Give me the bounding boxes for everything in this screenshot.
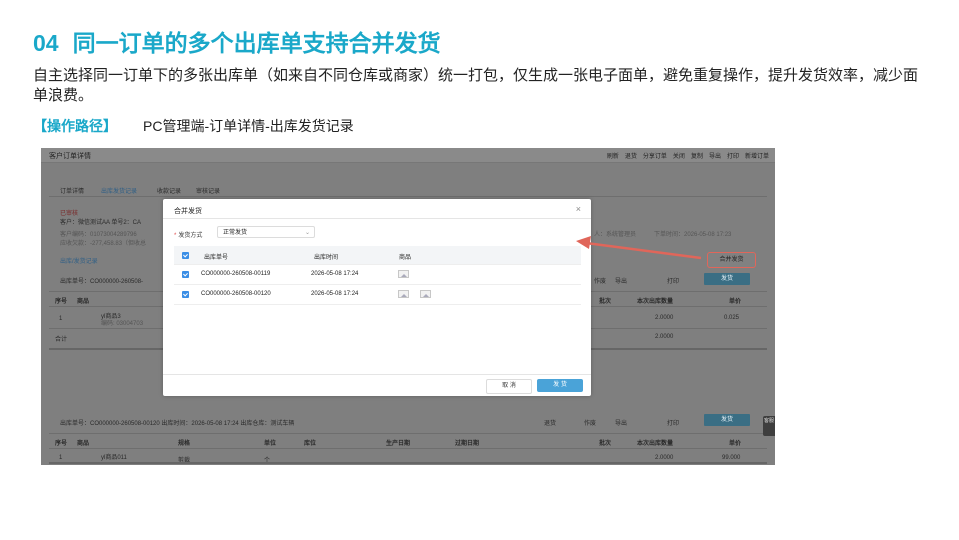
slide-description: 自主选择同一订单下的多张出库单（如来自不同仓库或商家）统一打包，仅生成一张电子面…: [33, 67, 919, 104]
operation-path: 【操作路径】 PC管理端-订单详情-出库发货记录: [33, 116, 354, 136]
path-tag: 【操作路径】: [33, 118, 117, 134]
slide-number: 04: [33, 30, 59, 56]
slide-title: 04 同一订单的多个出库单支持合并发货: [33, 24, 441, 58]
arrow-head: [576, 236, 591, 249]
pointer-arrow: [576, 236, 702, 260]
path-text: PC管理端-订单详情-出库发货记录: [143, 118, 354, 134]
arrow-line: [585, 241, 702, 260]
slide-heading: 同一订单的多个出库单支持合并发货: [72, 30, 441, 56]
app-screenshot: 客户订单详情 刷新 退货 分享订单 关闭 复制 导出 打印 新增订单 订单详情 …: [41, 148, 775, 465]
